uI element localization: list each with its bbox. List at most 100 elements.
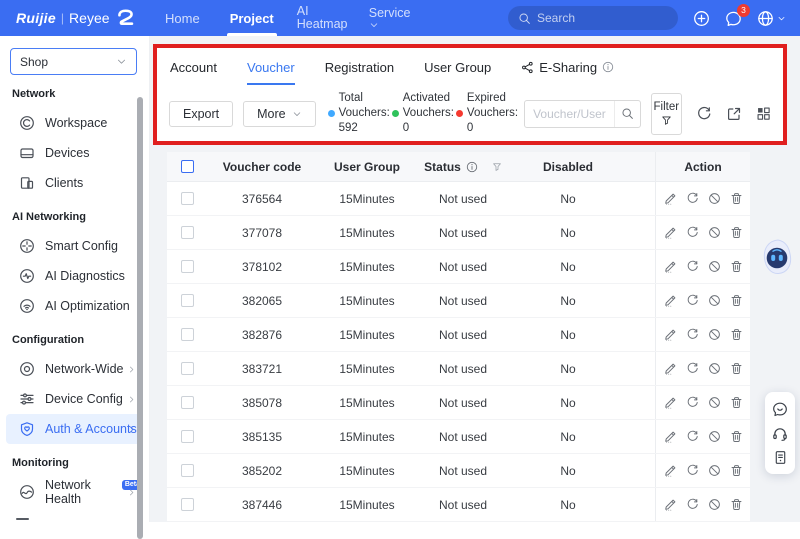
status: Not used — [417, 386, 509, 419]
sidebar-item-ai-optimization[interactable]: AI Optimization — [6, 291, 143, 321]
disable-icon[interactable] — [708, 260, 721, 273]
tab-user-group[interactable]: User Group — [424, 48, 491, 86]
renew-icon[interactable] — [686, 464, 699, 477]
edit-icon[interactable] — [664, 362, 677, 375]
renew-icon[interactable] — [686, 192, 699, 205]
edit-icon[interactable] — [664, 260, 677, 273]
feedback-button[interactable] — [773, 450, 788, 465]
edit-icon[interactable] — [664, 464, 677, 477]
status: Not used — [417, 454, 509, 487]
renew-icon[interactable] — [686, 396, 699, 409]
nav-item-ai-heatmap[interactable]: AI Heatmap — [289, 0, 361, 36]
renew-icon[interactable] — [686, 430, 699, 443]
column-settings-button[interactable] — [756, 106, 771, 121]
sidebar-item-network-health[interactable]: Network HealthBeta — [6, 477, 143, 507]
disable-icon[interactable] — [708, 430, 721, 443]
sidebar-scrollbar[interactable] — [137, 97, 143, 539]
edit-icon[interactable] — [664, 328, 677, 341]
language-selector[interactable] — [757, 10, 786, 27]
delete-icon[interactable] — [730, 498, 743, 511]
nav-item-service[interactable]: Service — [361, 0, 433, 36]
edit-icon[interactable] — [664, 226, 677, 239]
clients-icon — [19, 175, 35, 191]
network-scope-select[interactable]: Shop — [10, 48, 137, 75]
sidebar-item-network-wide[interactable]: Network-Wide — [6, 354, 143, 384]
disable-icon[interactable] — [708, 362, 721, 375]
disable-icon[interactable] — [708, 192, 721, 205]
tab-bar: Account Voucher Registration User Group … — [157, 48, 783, 86]
row-checkbox[interactable] — [181, 328, 194, 341]
renew-icon[interactable] — [686, 294, 699, 307]
delete-icon[interactable] — [730, 328, 743, 341]
sidebar-item-auth-accounts[interactable]: Auth & Accounts — [6, 414, 143, 444]
workspace-icon — [19, 115, 35, 131]
messages-button[interactable]: 3 — [725, 10, 742, 27]
refresh-button[interactable] — [696, 106, 712, 122]
renew-icon[interactable] — [686, 362, 699, 375]
renew-icon[interactable] — [686, 226, 699, 239]
sidebar-item-ai-diagnostics[interactable]: AI Diagnostics — [6, 261, 143, 291]
edit-icon[interactable] — [664, 396, 677, 409]
export-table-button[interactable] — [726, 106, 742, 122]
sidebar-item-devices[interactable]: Devices — [6, 138, 143, 168]
renew-icon[interactable] — [686, 260, 699, 273]
sidebar-item-smart-config[interactable]: Smart Config — [6, 231, 143, 261]
tab-registration[interactable]: Registration — [325, 48, 394, 86]
delete-icon[interactable] — [730, 362, 743, 375]
sidebar-item-clients[interactable]: Clients — [6, 168, 143, 198]
more-button[interactable]: More — [243, 101, 315, 127]
edit-icon[interactable] — [664, 498, 677, 511]
brand-ruijie: Ruijie — [16, 10, 56, 26]
disable-icon[interactable] — [708, 498, 721, 511]
add-project-button[interactable] — [693, 10, 710, 27]
ai-assistant-mascot[interactable] — [760, 238, 794, 281]
disable-icon[interactable] — [708, 328, 721, 341]
nav-item-home[interactable]: Home — [150, 0, 215, 36]
sidebar-item-workspace[interactable]: Workspace — [6, 108, 143, 138]
row-checkbox[interactable] — [181, 226, 194, 239]
tab-e-sharing[interactable]: E-Sharing — [521, 48, 614, 86]
global-search[interactable] — [508, 6, 678, 30]
live-chat-button[interactable] — [772, 401, 788, 417]
select-all-checkbox[interactable] — [181, 160, 194, 173]
tab-voucher[interactable]: Voucher — [247, 48, 295, 86]
brand-logo[interactable]: Ruijie | Reyee — [0, 8, 150, 29]
disable-icon[interactable] — [708, 294, 721, 307]
delete-icon[interactable] — [730, 396, 743, 409]
row-checkbox[interactable] — [181, 260, 194, 273]
sidebar-item-device-config[interactable]: Device Config — [6, 384, 143, 414]
edit-icon[interactable] — [664, 192, 677, 205]
renew-icon[interactable] — [686, 328, 699, 341]
global-search-input[interactable] — [537, 11, 657, 25]
tab-account[interactable]: Account — [170, 48, 217, 86]
delete-icon[interactable] — [730, 430, 743, 443]
edit-icon[interactable] — [664, 430, 677, 443]
delete-icon[interactable] — [730, 260, 743, 273]
row-checkbox[interactable] — [181, 430, 194, 443]
search-button[interactable] — [614, 101, 640, 127]
network-health-icon — [19, 484, 35, 500]
row-checkbox[interactable] — [181, 498, 194, 511]
delete-icon[interactable] — [730, 192, 743, 205]
delete-icon[interactable] — [730, 464, 743, 477]
export-button[interactable]: Export — [169, 101, 233, 127]
row-checkbox[interactable] — [181, 396, 194, 409]
voucher-search-input[interactable] — [525, 107, 613, 121]
support-button[interactable] — [772, 426, 788, 442]
renew-icon[interactable] — [686, 498, 699, 511]
info-icon[interactable] — [466, 161, 478, 173]
row-checkbox[interactable] — [181, 464, 194, 477]
delete-icon[interactable] — [730, 294, 743, 307]
delete-icon[interactable] — [730, 226, 743, 239]
row-checkbox[interactable] — [181, 362, 194, 375]
row-checkbox[interactable] — [181, 294, 194, 307]
disable-icon[interactable] — [708, 226, 721, 239]
status-filter-funnel-icon[interactable] — [492, 162, 502, 172]
row-checkbox[interactable] — [181, 192, 194, 205]
disable-icon[interactable] — [708, 464, 721, 477]
disable-icon[interactable] — [708, 396, 721, 409]
filter-button[interactable]: Filter — [651, 93, 682, 135]
nav-item-project[interactable]: Project — [215, 0, 289, 36]
brand-reyee: Reyee — [69, 10, 109, 26]
edit-icon[interactable] — [664, 294, 677, 307]
